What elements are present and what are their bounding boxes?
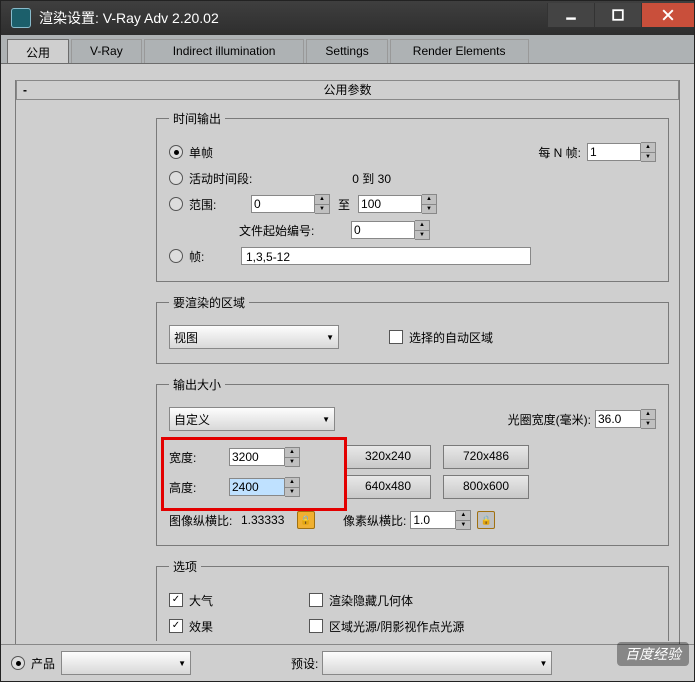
legend-size: 输出大小 (169, 376, 225, 393)
check-hidden-geometry[interactable] (309, 593, 323, 607)
tab-vray[interactable]: V-Ray (71, 39, 142, 63)
input-aperture[interactable] (595, 410, 641, 428)
input-every-n[interactable] (587, 143, 641, 161)
label-active-range: 活动时间段: (189, 170, 252, 187)
tab-render-elements[interactable]: Render Elements (390, 39, 529, 63)
lock-pixel-aspect-icon[interactable]: 🔒 (477, 511, 495, 529)
preset-720x486-button[interactable]: 720x486 (443, 445, 529, 469)
panel-body: - 公用参数 时间输出 单帧 每 N 帧: ▲▼ (1, 64, 694, 644)
dropdown-product[interactable]: ▼ (61, 651, 191, 675)
watermark: 百度经验 (617, 642, 689, 666)
label-effects: 效果 (189, 618, 309, 635)
minimize-button[interactable] (547, 3, 594, 27)
dropdown-size-value: 自定义 (174, 411, 210, 428)
group-output-size: 输出大小 自定义▼ 光圈宽度(毫米): ▲▼ 宽度: (156, 376, 669, 546)
group-render-area: 要渲染的区域 视图▼ 选择的自动区域 (156, 294, 669, 364)
check-auto-region[interactable] (389, 330, 403, 344)
legend-options: 选项 (169, 558, 201, 575)
label-height: 高度: (169, 479, 229, 496)
rollup-title: 公用参数 (323, 83, 371, 97)
input-width[interactable] (229, 448, 285, 466)
group-time-output: 时间输出 单帧 每 N 帧: ▲▼ 活动时间 (156, 110, 669, 282)
label-product: 产品 (31, 655, 55, 672)
maximize-button[interactable] (594, 3, 641, 27)
spinner-range-start[interactable]: ▲▼ (251, 194, 330, 214)
dropdown-preset[interactable]: ▼ (322, 651, 552, 675)
spinner-range-end[interactable]: ▲▼ (358, 194, 437, 214)
app-icon (11, 8, 31, 28)
input-frames[interactable]: 1,3,5-12 (241, 247, 531, 265)
window: 渲染设置: V-Ray Adv 2.20.02 公用 V-Ray Indirec… (0, 0, 695, 682)
tab-common[interactable]: 公用 (7, 39, 69, 63)
input-pixel-aspect[interactable] (410, 511, 456, 529)
preset-320x240-button[interactable]: 320x240 (345, 445, 431, 469)
spinner-height[interactable]: ▲▼ (229, 477, 300, 497)
label-active-range-value: 0 到 30 (301, 170, 391, 187)
spinner-width[interactable]: ▲▼ (229, 447, 300, 467)
tab-bar: 公用 V-Ray Indirect illumination Settings … (1, 35, 694, 64)
label-hidden-geometry: 渲染隐藏几何体 (329, 592, 413, 609)
preset-800x600-button[interactable]: 800x600 (443, 475, 529, 499)
label-atmosphere: 大气 (189, 592, 309, 609)
radio-product[interactable] (11, 656, 25, 670)
spinner-file-start[interactable]: ▲▼ (351, 220, 430, 240)
label-every-n: 每 N 帧: (538, 144, 581, 161)
rollup-toggle-icon: - (23, 81, 27, 99)
label-auto-region: 选择的自动区域 (409, 329, 493, 346)
spinner-aperture[interactable]: ▲▼ (595, 409, 656, 429)
lock-image-aspect-icon[interactable]: 🔒 (297, 511, 315, 529)
value-image-aspect: 1.33333 (241, 513, 297, 527)
label-frames: 帧: (189, 248, 204, 265)
window-title: 渲染设置: V-Ray Adv 2.20.02 (39, 8, 547, 28)
check-area-shadow[interactable] (309, 619, 323, 633)
title-bar: 渲染设置: V-Ray Adv 2.20.02 (1, 1, 694, 35)
close-button[interactable] (641, 3, 694, 27)
input-height[interactable] (229, 478, 285, 496)
label-image-aspect: 图像纵横比: (169, 512, 241, 529)
dropdown-area-value: 视图 (174, 329, 198, 346)
check-effects[interactable] (169, 619, 183, 633)
input-range-end[interactable] (358, 195, 422, 213)
radio-range[interactable] (169, 197, 183, 211)
label-area-shadow: 区域光源/阴影视作点光源 (329, 618, 464, 635)
label-width: 宽度: (169, 449, 229, 466)
window-controls (547, 9, 694, 27)
legend-area: 要渲染的区域 (169, 294, 249, 311)
input-range-start[interactable] (251, 195, 315, 213)
spinner-pixel-aspect[interactable]: ▲▼ (410, 510, 471, 530)
check-atmosphere[interactable] (169, 593, 183, 607)
tab-settings[interactable]: Settings (306, 39, 387, 63)
dropdown-area-preset[interactable]: 视图▼ (169, 325, 339, 349)
spinner-every-n[interactable]: ▲▼ (587, 142, 656, 162)
radio-single-frame[interactable] (169, 145, 183, 159)
tab-indirect-illumination[interactable]: Indirect illumination (144, 39, 305, 63)
label-pixel-aspect: 像素纵横比: (343, 512, 406, 529)
rollup-common-params[interactable]: - 公用参数 (16, 80, 679, 100)
legend-time: 时间输出 (169, 110, 225, 127)
label-to: 至 (338, 196, 350, 213)
bottom-bar: 产品 ▼ 预设: ▼ (1, 644, 694, 681)
dropdown-size-preset[interactable]: 自定义▼ (169, 407, 335, 431)
label-single-frame: 单帧 (189, 144, 213, 161)
label-range: 范围: (189, 196, 216, 213)
preset-640x480-button[interactable]: 640x480 (345, 475, 431, 499)
input-file-start[interactable] (351, 221, 415, 239)
label-aperture: 光圈宽度(毫米): (508, 411, 591, 428)
label-preset: 预设: (291, 655, 318, 672)
radio-active-range[interactable] (169, 171, 183, 185)
label-file-start: 文件起始编号: (239, 222, 351, 239)
group-options: 选项 大气 渲染隐藏几何体 效果 区域光源/阴影视作点光源 (156, 558, 669, 641)
radio-frames[interactable] (169, 249, 183, 263)
